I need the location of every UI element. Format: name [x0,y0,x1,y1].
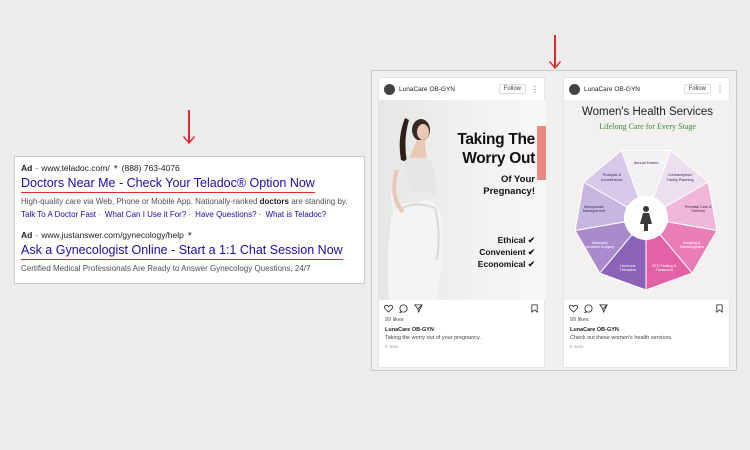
post-date: 5 June [385,344,399,349]
post-date: 5 June [570,344,584,349]
ad-description: High-quality care via Web, Phone or Mobi… [21,197,348,206]
account-name[interactable]: LunaCare OB-GYN [399,86,499,93]
sitelink-what-is-teladoc[interactable]: What is Teladoc? [265,210,326,219]
post-header: LunaCare OB-GYN Follow ⋮ [379,78,544,100]
arrow-posts [549,35,561,69]
post-username[interactable]: LunaCare OB-GYN [379,327,544,333]
post-username[interactable]: LunaCare OB-GYN [564,327,729,333]
ad-badge: Ad [21,229,33,240]
post-image[interactable]: Women's Health Services Lifelong Care fo… [564,100,731,300]
follow-button[interactable]: Follow [683,84,711,94]
more-options-icon[interactable]: ⋮ [716,85,724,94]
bookmark-icon[interactable] [530,303,539,313]
likes-count[interactable]: 99 likes [564,317,729,323]
post-caption: Taking the worry out of your pregnancy. [385,335,481,341]
share-icon[interactable] [414,303,423,313]
ad-title-text: Doctors Near Me - Check Your Teladoc® Op… [21,176,315,190]
post-actions [379,300,544,316]
wheel-segment-label: Hormone Therapies [619,263,637,273]
likes-count[interactable]: 99 likes [379,317,544,323]
wheel-segment-label: Imaging & Mammograms [679,240,705,250]
search-ads-panel: Ad · www.teladoc.com/ ▼ (888) 763-4076 D… [14,156,365,284]
sitelink-have-questions[interactable]: Have Questions? [195,210,256,219]
post-header: LunaCare OB-GYN Follow ⋮ [564,78,729,100]
caret-down-icon[interactable]: ▼ [113,165,119,171]
ad-phone[interactable]: (888) 763-4076 [122,163,180,173]
ad-teladoc: Ad · www.teladoc.com/ ▼ (888) 763-4076 D… [21,162,358,219]
avatar[interactable] [384,83,395,95]
account-name[interactable]: LunaCare OB-GYN [584,86,684,93]
wheel-segment-label: Prenatal Care & Delivery [684,204,712,214]
sitelink-talk-to-doctor[interactable]: Talk To A Doctor Fast [21,210,96,219]
instagram-post-services: LunaCare OB-GYN Follow ⋮ Women's Health … [563,77,731,368]
instagram-posts-frame: LunaCare OB-GYN Follow ⋮ Taking The Worr… [371,70,737,371]
comment-icon[interactable] [584,303,593,313]
avatar[interactable] [569,83,580,95]
heart-icon[interactable] [384,304,393,313]
pink-accent-bar [537,126,546,180]
ad-display-url[interactable]: www.teladoc.com/ [41,163,110,173]
ad-display-url[interactable]: www.justanswer.com/gynecology/help [41,230,184,240]
ad-url-line: Ad · www.justanswer.com/gynecology/help … [21,229,193,240]
ad-title-text: Ask a Gynecologist Online - Start a 1:1 … [21,243,343,257]
arrow-ads [183,110,195,144]
ad-url-line: Ad · www.teladoc.com/ ▼ (888) 763-4076 [21,162,180,173]
more-options-icon[interactable]: ⋮ [531,85,539,94]
instagram-post-pregnancy: LunaCare OB-GYN Follow ⋮ Taking The Worr… [378,77,546,368]
post-subheadline: Of Your Pregnancy! [483,174,535,197]
wheel-segment-label: Menopause Management [582,204,605,214]
wheel-segment-label: Contraception/ Family Planning [666,173,694,182]
share-icon[interactable] [599,303,608,313]
benefit-list: Ethical ✔ Convenient ✔ Economical ✔ [477,235,535,269]
wheel-segment-label: Annual Exams [633,161,659,165]
ad-sitelinks: Talk To A Doctor Fast · What Can I Use it… [21,210,327,219]
sitelink-what-use[interactable]: What Can I Use it For? [105,210,186,219]
ad-description: Certified Medical Professionals Are Read… [21,264,311,273]
caret-down-icon[interactable]: ▼ [187,232,193,238]
wheel-segment-label: Prolapse & Incontinence [601,173,623,182]
red-underline [21,191,315,193]
red-underline [21,258,343,260]
ad-badge: Ad [21,162,33,173]
wheel-segment-label: STD Testing & Treatment [652,263,677,273]
ad-title-link[interactable]: Doctors Near Me - Check Your Teladoc® Op… [21,176,315,193]
wheel-segment-label: Minimally Invasive Surgery [585,240,615,250]
ad-justanswer: Ad · www.justanswer.com/gynecology/help … [21,229,358,274]
post-actions [564,300,729,316]
comment-icon[interactable] [399,303,408,313]
post-headline: Taking The Worry Out [457,131,535,167]
follow-button[interactable]: Follow [498,84,526,94]
post-image[interactable]: Taking The Worry Out Of Your Pregnancy! … [379,100,546,300]
post-caption: Check out these women's health services. [570,335,673,341]
ad-title-link[interactable]: Ask a Gynecologist Online - Start a 1:1 … [21,243,343,260]
heart-icon[interactable] [569,304,578,313]
services-wheel [574,149,718,291]
bookmark-icon[interactable] [715,303,724,313]
